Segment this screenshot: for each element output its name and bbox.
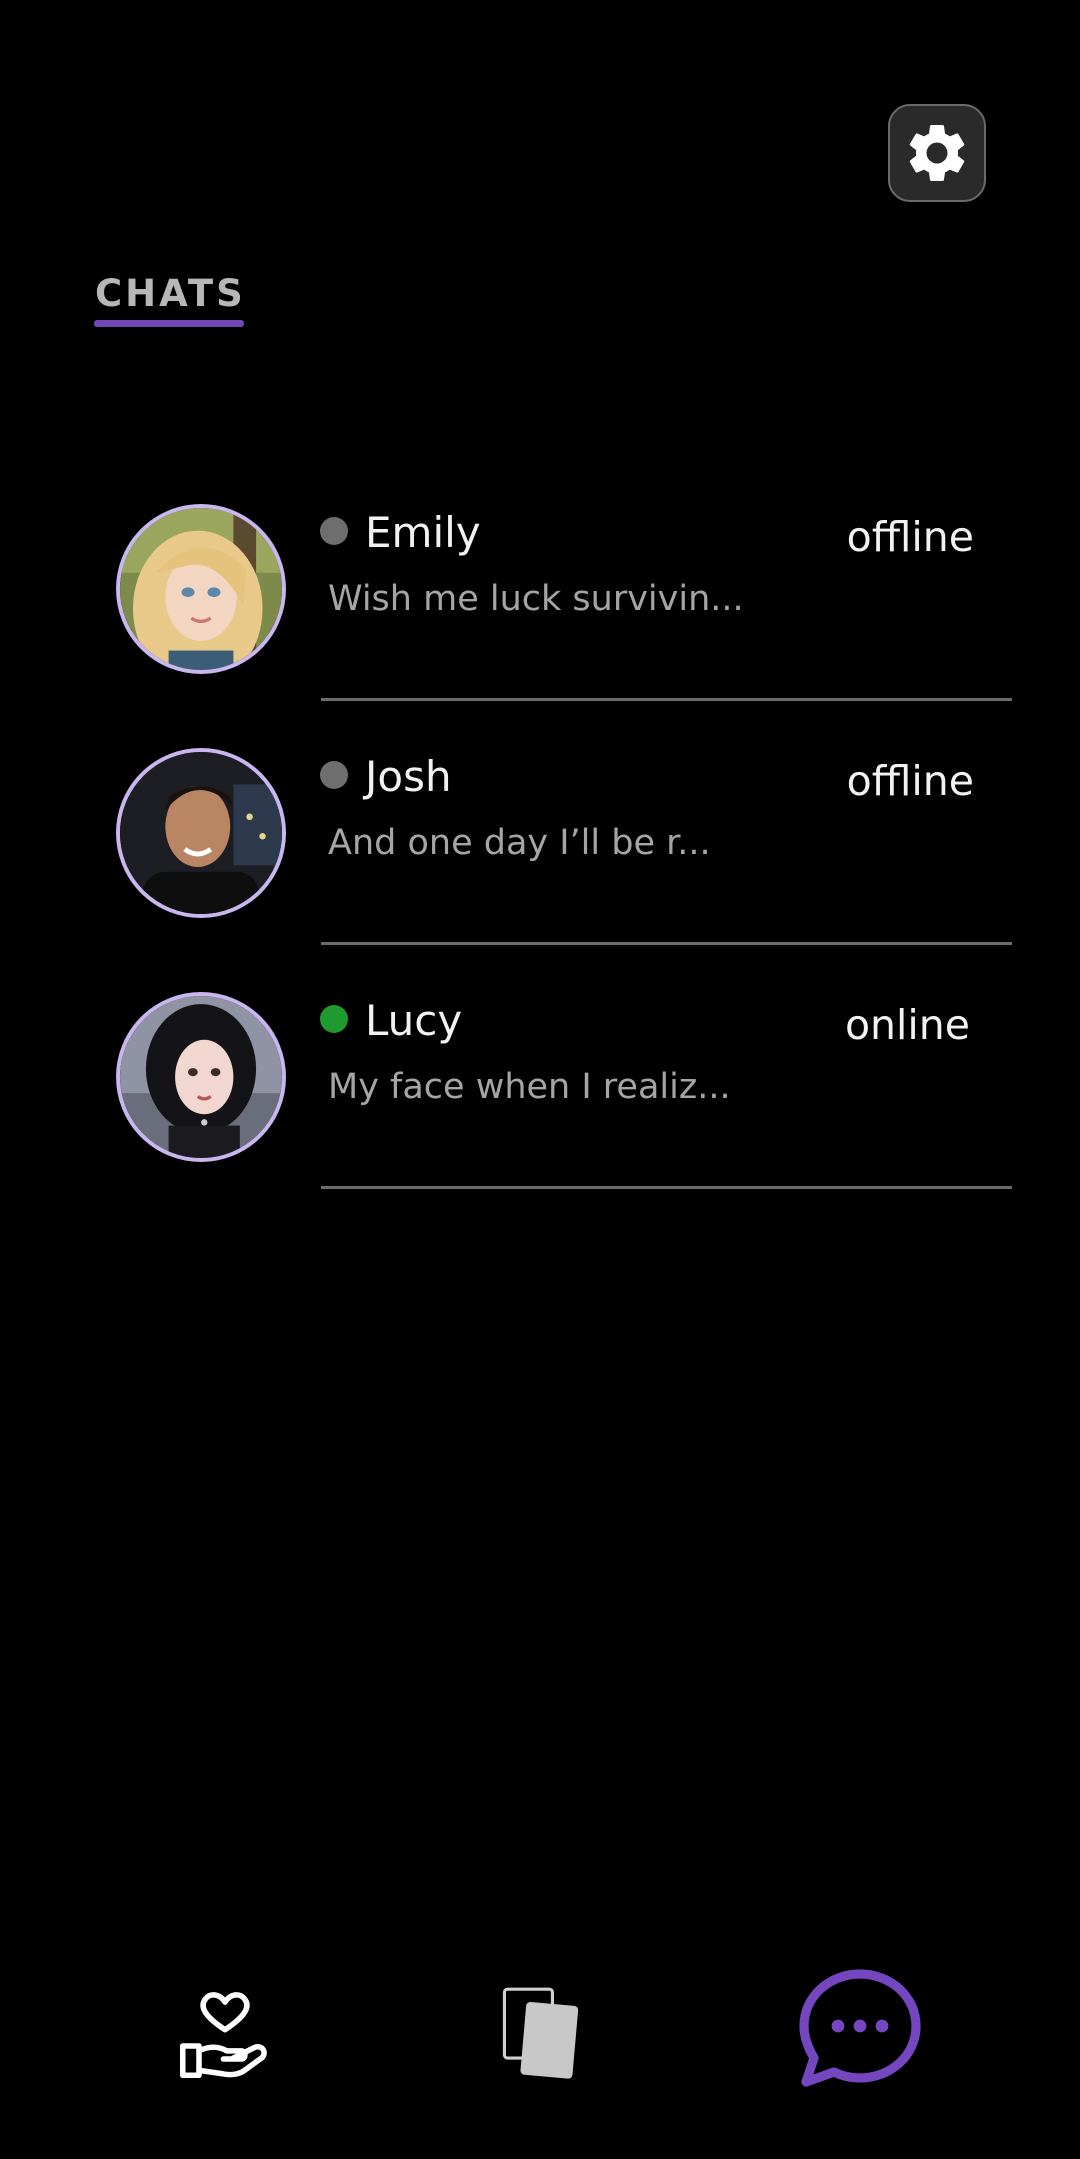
- chat-name: Emily: [365, 508, 481, 557]
- avatar[interactable]: [116, 504, 286, 674]
- chat-preview: My face when I realiz...: [328, 1067, 731, 1107]
- chat-row-emily[interactable]: Emily offline Wish me luck survivin...: [0, 500, 1080, 744]
- avatar[interactable]: [116, 748, 286, 918]
- chat-bubble-icon: [799, 1969, 921, 2087]
- settings-button[interactable]: [888, 104, 986, 202]
- divider: [321, 698, 1012, 701]
- nav-cards-button[interactable]: [492, 1978, 592, 2088]
- status-dot: [320, 1005, 348, 1033]
- chat-preview: Wish me luck survivin...: [328, 579, 744, 619]
- avatar[interactable]: [116, 992, 286, 1162]
- divider: [321, 942, 1012, 945]
- cards-icon: [502, 1987, 579, 2079]
- chat-row-lucy[interactable]: Lucy online My face when I realiz...: [0, 988, 1080, 1232]
- chat-row-josh[interactable]: Josh offline And one day I’ll be r...: [0, 744, 1080, 988]
- chat-status: offline: [846, 513, 974, 561]
- nav-like-button[interactable]: [170, 1978, 280, 2088]
- chat-name: Lucy: [365, 996, 463, 1045]
- chat-status: online: [844, 1001, 970, 1049]
- title-underline: [94, 320, 244, 327]
- gear-icon: [909, 124, 965, 181]
- chat-name: Josh: [365, 752, 452, 801]
- bottom-nav: [0, 1960, 1080, 2110]
- status-dot: [320, 761, 348, 789]
- nav-chats-button[interactable]: [790, 1960, 930, 2100]
- chat-preview: And one day I’ll be r...: [328, 823, 711, 863]
- status-dot: [320, 517, 348, 545]
- page-title: CHATS: [95, 272, 246, 315]
- divider: [321, 1186, 1012, 1189]
- chat-status: offline: [846, 757, 974, 805]
- heart-hand-icon: [179, 1992, 267, 2079]
